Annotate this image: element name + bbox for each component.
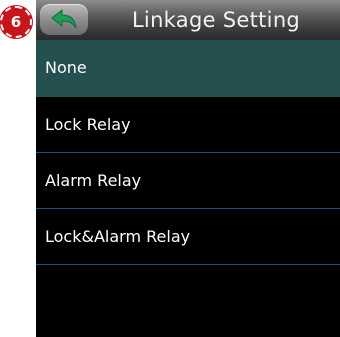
back-button[interactable]	[40, 4, 88, 35]
option-lock-relay[interactable]: Lock Relay	[36, 97, 340, 153]
page-title: Linkage Setting	[131, 8, 301, 32]
device-screen: Linkage Setting None Lock Relay Alarm Re…	[36, 0, 340, 337]
title-bar: Linkage Setting	[36, 0, 340, 41]
option-label: None	[45, 58, 87, 77]
option-label: Alarm Relay	[45, 171, 142, 190]
option-label: Lock Relay	[45, 115, 131, 134]
linkage-options-list: None Lock Relay Alarm Relay Lock&Alarm R…	[36, 40, 340, 265]
option-alarm-relay[interactable]: Alarm Relay	[36, 153, 340, 209]
option-none[interactable]: None	[36, 40, 340, 97]
back-arrow-icon	[51, 8, 77, 28]
step-number-badge: 6	[0, 6, 32, 38]
option-lock-alarm-relay[interactable]: Lock&Alarm Relay	[36, 209, 340, 265]
option-label: Lock&Alarm Relay	[45, 227, 191, 246]
